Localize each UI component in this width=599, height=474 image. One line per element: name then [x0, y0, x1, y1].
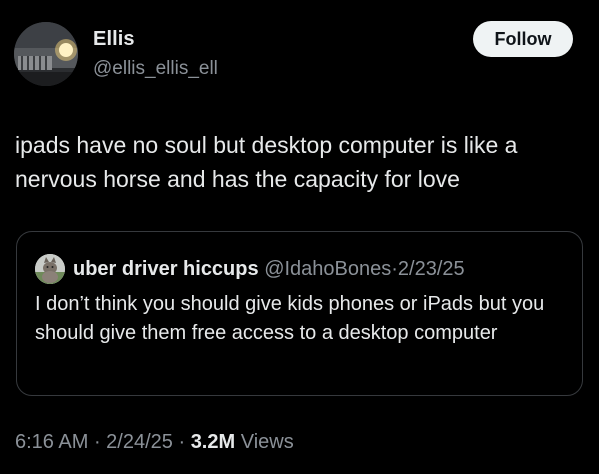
quoted-handle[interactable]: @IdahoBones [264, 258, 391, 280]
quoted-separator: · [391, 258, 398, 280]
author-handle[interactable]: @ellis_ellis_ell [93, 58, 218, 80]
meta-separator: · [172, 431, 191, 453]
views-label: Views [235, 431, 294, 453]
car-headlight-photo-icon [14, 22, 78, 86]
tweet-metadata: 6:16 AM · 2/24/25 · 3.2M Views [15, 431, 294, 454]
quoted-tweet-text: I don’t think you should give kids phone… [35, 293, 545, 344]
author-display-name[interactable]: Ellis [93, 28, 135, 51]
quoted-display-name[interactable]: uber driver hiccups [73, 258, 259, 280]
quoted-tweet-card[interactable]: uber driver hiccups @IdahoBones·2/23/25 … [16, 231, 583, 396]
tweet-time[interactable]: 6:16 AM [15, 431, 88, 453]
meta-separator: · [88, 431, 107, 453]
views-count[interactable]: 3.2M [191, 431, 235, 453]
quoted-tweet-header: uber driver hiccups @IdahoBones·2/23/25 [73, 255, 465, 283]
tweet-text: ipads have no soul but desktop computer … [15, 132, 518, 192]
tweet-date[interactable]: 2/24/25 [106, 431, 173, 453]
quoted-author-avatar[interactable] [35, 254, 65, 284]
quoted-date[interactable]: 2/23/25 [398, 258, 465, 280]
follow-button[interactable]: Follow [473, 21, 573, 57]
cat-photo-icon [35, 254, 65, 284]
author-avatar[interactable] [14, 22, 78, 86]
